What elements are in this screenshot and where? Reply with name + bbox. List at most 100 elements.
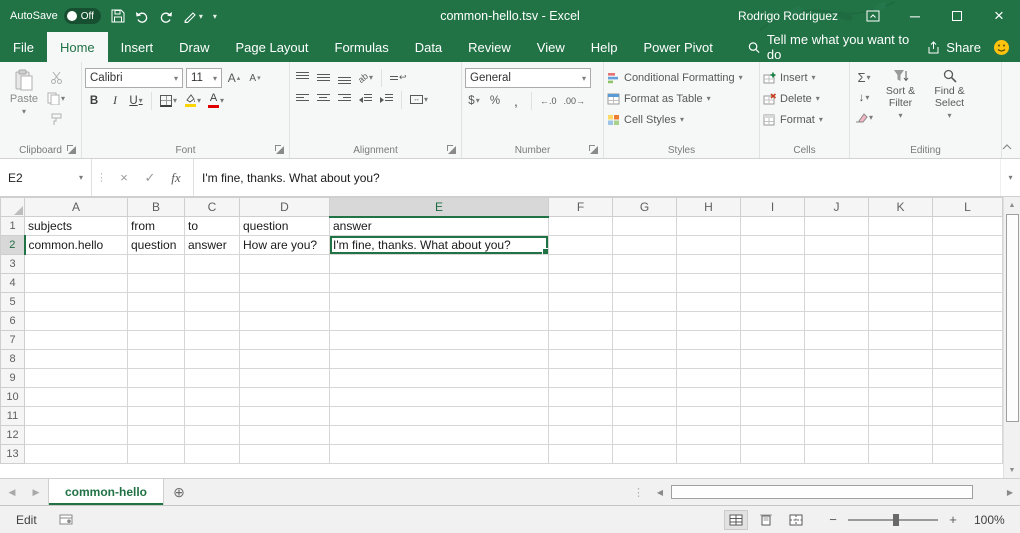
cell-J12[interactable] <box>805 426 869 445</box>
user-name[interactable]: Rodrigo Rodriguez <box>738 9 838 23</box>
cell-K11[interactable] <box>869 407 933 426</box>
format-painter-button[interactable] <box>45 110 67 129</box>
cell-A2[interactable]: common.hello <box>25 236 128 255</box>
cell-I4[interactable] <box>741 274 805 293</box>
cell-E4[interactable] <box>330 274 549 293</box>
redo-button[interactable] <box>159 10 173 23</box>
insert-function-button[interactable]: fx <box>165 167 187 189</box>
tab-insert[interactable]: Insert <box>108 32 167 62</box>
sheet-nav-right-button[interactable]: ▶ <box>24 479 48 505</box>
cell-G7[interactable] <box>613 331 677 350</box>
paste-button[interactable]: Paste ▾ <box>3 65 45 142</box>
hscroll-left-button[interactable]: ◀ <box>650 479 670 505</box>
cell-B13[interactable] <box>128 445 185 464</box>
cell-J13[interactable] <box>805 445 869 464</box>
cell-H1[interactable] <box>677 217 741 236</box>
cell-E2[interactable]: I'm fine, thanks. What about you? <box>330 236 549 255</box>
cell-A12[interactable] <box>25 426 128 445</box>
cell-D4[interactable] <box>240 274 330 293</box>
align-bottom-button[interactable] <box>335 68 353 87</box>
align-left-button[interactable] <box>293 90 311 109</box>
cell-styles-button[interactable]: Cell Styles ▾ <box>607 109 756 130</box>
cell-G10[interactable] <box>613 388 677 407</box>
decrease-decimal-button[interactable]: .00→ <box>562 91 588 110</box>
conditional-formatting-button[interactable]: Conditional Formatting ▾ <box>607 67 756 88</box>
sort-filter-button[interactable]: Sort & Filter ▾ <box>877 65 924 142</box>
cell-F7[interactable] <box>549 331 613 350</box>
tab-review[interactable]: Review <box>455 32 524 62</box>
tab-file[interactable]: File <box>0 32 47 62</box>
cell-C12[interactable] <box>185 426 240 445</box>
cell-J5[interactable] <box>805 293 869 312</box>
cell-F9[interactable] <box>549 369 613 388</box>
enter-button[interactable]: ✓ <box>139 167 161 189</box>
row-header-12[interactable]: 12 <box>1 426 25 445</box>
formula-input[interactable]: I'm fine, thanks. What about you? <box>194 159 1000 196</box>
cell-C2[interactable]: answer <box>185 236 240 255</box>
cell-E11[interactable] <box>330 407 549 426</box>
cell-C11[interactable] <box>185 407 240 426</box>
scroll-down-icon[interactable]: ▼ <box>1004 462 1020 478</box>
alignment-dialog-launcher[interactable] <box>447 145 456 154</box>
cell-H7[interactable] <box>677 331 741 350</box>
zoom-out-button[interactable]: − <box>826 512 840 527</box>
column-header-J[interactable]: J <box>805 198 869 217</box>
zoom-slider-thumb[interactable] <box>893 514 899 526</box>
cell-C13[interactable] <box>185 445 240 464</box>
cell-A7[interactable] <box>25 331 128 350</box>
macro-record-button[interactable] <box>59 514 73 525</box>
column-header-F[interactable]: F <box>549 198 613 217</box>
sheet-tab-common-hello[interactable]: common-hello <box>48 479 164 505</box>
cell-H2[interactable] <box>677 236 741 255</box>
cancel-button[interactable]: × <box>113 167 135 189</box>
cell-D6[interactable] <box>240 312 330 331</box>
column-header-K[interactable]: K <box>869 198 933 217</box>
cell-L2[interactable] <box>933 236 1003 255</box>
cell-L13[interactable] <box>933 445 1003 464</box>
cell-L3[interactable] <box>933 255 1003 274</box>
row-header-5[interactable]: 5 <box>1 293 25 312</box>
maximize-button[interactable] <box>936 0 978 32</box>
cell-D11[interactable] <box>240 407 330 426</box>
zoom-slider[interactable] <box>848 519 938 521</box>
autosave-toggle[interactable]: AutoSave Off <box>10 8 101 24</box>
cell-A10[interactable] <box>25 388 128 407</box>
new-sheet-button[interactable]: ⊕ <box>164 479 194 505</box>
cell-K8[interactable] <box>869 350 933 369</box>
cell-I13[interactable] <box>741 445 805 464</box>
increase-decimal-button[interactable]: ←.0 <box>538 91 559 110</box>
cell-I8[interactable] <box>741 350 805 369</box>
feedback-button[interactable] <box>993 32 1020 62</box>
cell-B3[interactable] <box>128 255 185 274</box>
cell-J4[interactable] <box>805 274 869 293</box>
cell-I3[interactable] <box>741 255 805 274</box>
cell-C10[interactable] <box>185 388 240 407</box>
cell-A4[interactable] <box>25 274 128 293</box>
cell-I1[interactable] <box>741 217 805 236</box>
ink-pen-button[interactable]: ▾ <box>183 10 203 23</box>
cell-C5[interactable] <box>185 293 240 312</box>
tab-data[interactable]: Data <box>402 32 455 62</box>
tab-home[interactable]: Home <box>47 32 108 62</box>
tabbar-splitter[interactable]: ⋮ <box>627 479 650 505</box>
cell-H13[interactable] <box>677 445 741 464</box>
tab-view[interactable]: View <box>524 32 578 62</box>
underline-button[interactable]: U▾ <box>127 91 145 110</box>
cell-D1[interactable]: question <box>240 217 330 236</box>
cell-K13[interactable] <box>869 445 933 464</box>
row-header-9[interactable]: 9 <box>1 369 25 388</box>
cell-F13[interactable] <box>549 445 613 464</box>
cell-F8[interactable] <box>549 350 613 369</box>
fill-button[interactable]: ↓▾ <box>853 88 875 107</box>
vertical-scrollbar-thumb[interactable] <box>1006 214 1019 422</box>
cell-D12[interactable] <box>240 426 330 445</box>
row-header-13[interactable]: 13 <box>1 445 25 464</box>
cell-D8[interactable] <box>240 350 330 369</box>
borders-button[interactable]: ▾ <box>158 91 179 110</box>
cell-D3[interactable] <box>240 255 330 274</box>
cell-G9[interactable] <box>613 369 677 388</box>
row-header-11[interactable]: 11 <box>1 407 25 426</box>
cell-B7[interactable] <box>128 331 185 350</box>
cell-K3[interactable] <box>869 255 933 274</box>
column-header-B[interactable]: B <box>128 198 185 217</box>
